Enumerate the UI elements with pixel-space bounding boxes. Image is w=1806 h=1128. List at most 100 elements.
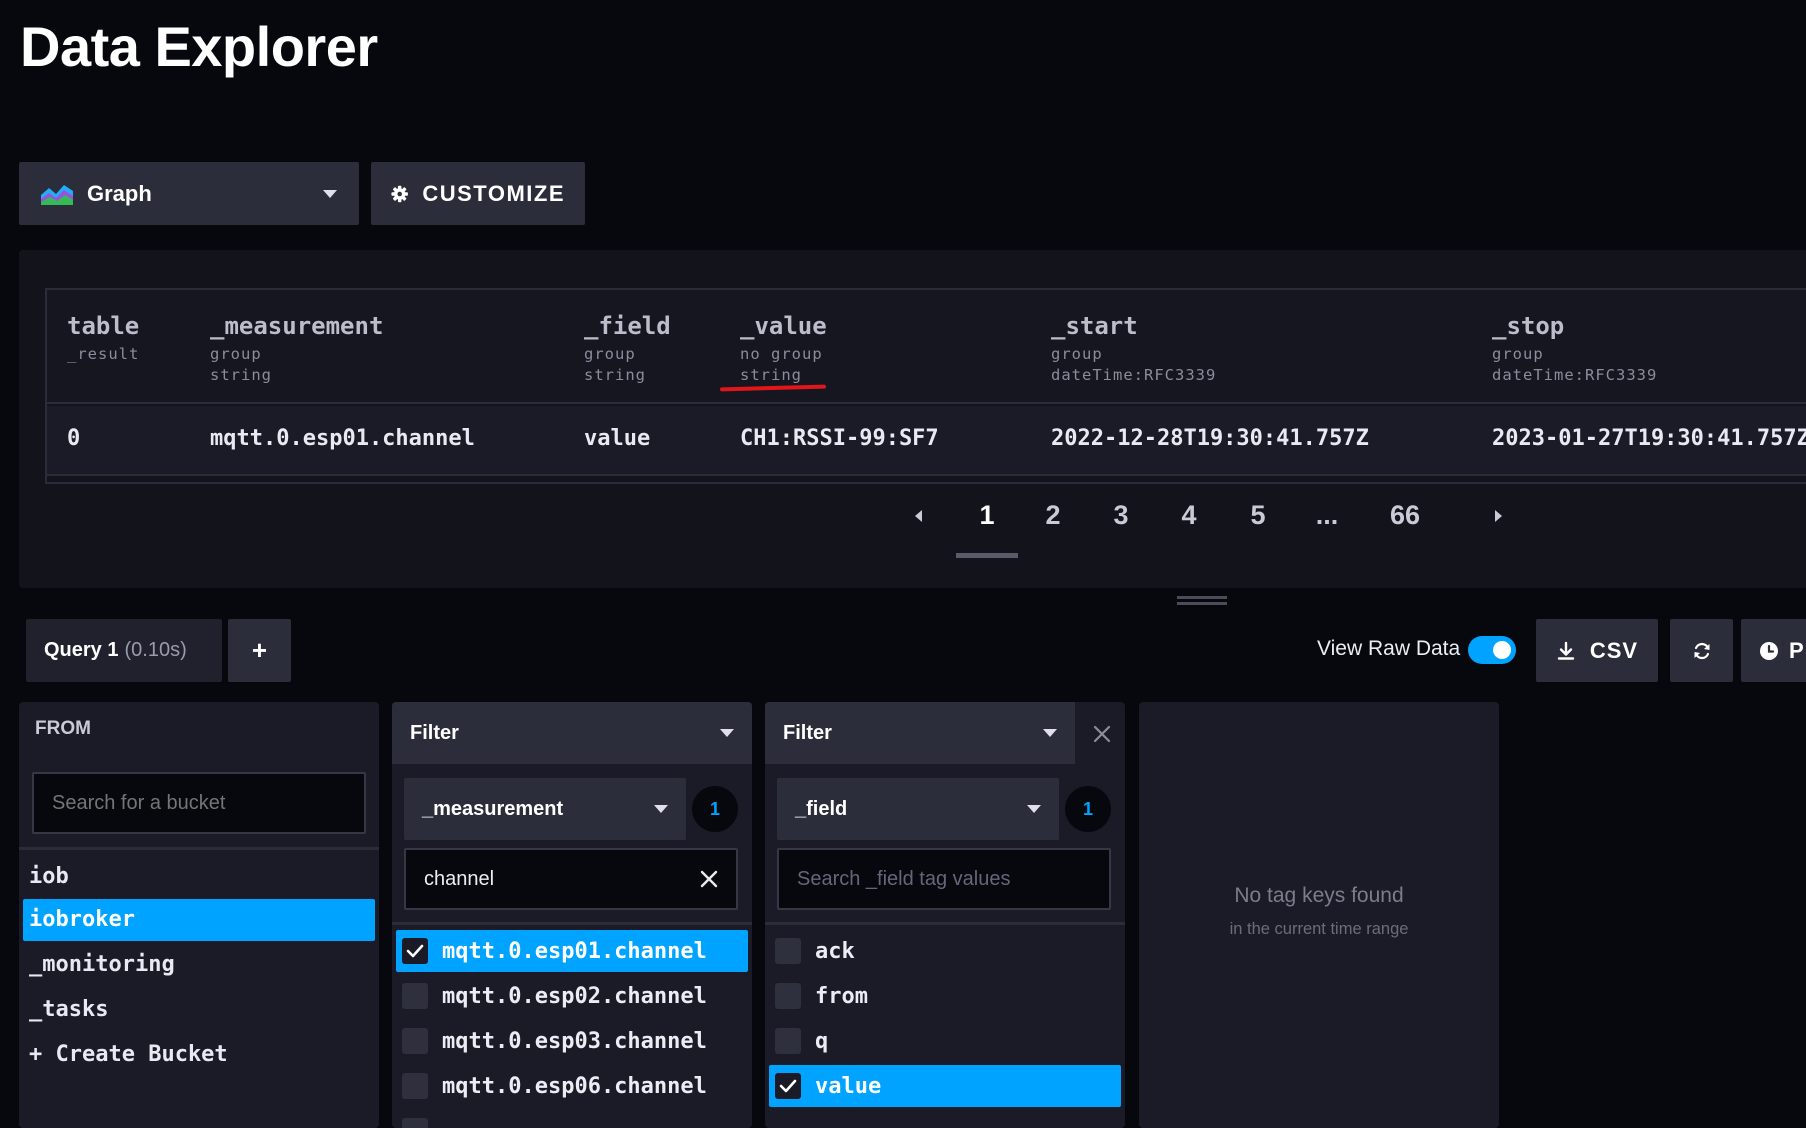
customize-button[interactable]: CUSTOMIZE [371, 162, 585, 225]
time-range-label: P [1789, 637, 1804, 663]
divider [765, 922, 1125, 925]
bucket-item-monitoring[interactable]: _monitoring [23, 944, 375, 986]
tag-value-item[interactable]: mqtt.0.esp06.channel [396, 1065, 748, 1107]
view-raw-data-label: View Raw Data [1317, 637, 1461, 660]
chevron-down-icon [654, 805, 668, 813]
results-panel: table _result _measurement group string _… [19, 250, 1806, 588]
selected-count-badge: 1 [692, 786, 738, 832]
tag-value-item[interactable]: value [769, 1065, 1121, 1107]
chevron-down-icon [1027, 805, 1041, 813]
csv-download-button[interactable]: CSV [1536, 619, 1658, 682]
cell-table: 0 [67, 426, 81, 451]
clock-icon [1760, 641, 1778, 660]
checkbox[interactable] [775, 938, 801, 964]
selected-count-badge: 1 [1065, 786, 1111, 832]
tag-value-item-partial[interactable] [396, 1110, 748, 1128]
tag-value-item[interactable]: q [769, 1020, 1121, 1062]
bucket-item-iobroker[interactable]: iobroker [23, 899, 375, 941]
tag-key-dropdown[interactable]: _field [777, 778, 1059, 840]
query-time: (0.10s) [124, 639, 187, 661]
customize-label: CUSTOMIZE [422, 180, 565, 206]
chevron-left-icon[interactable] [915, 510, 922, 522]
remove-filter-button[interactable] [1086, 718, 1118, 750]
table-row: 0 mqtt.0.esp01.channel value CH1:RSSI-99… [47, 406, 1806, 476]
page-1-button[interactable]: 1 [956, 500, 1018, 531]
tag-value-search-input[interactable]: Search _field tag values [777, 848, 1111, 910]
visualization-type-label: Graph [87, 180, 152, 206]
chevron-right-icon[interactable] [1495, 510, 1502, 522]
filter-function-dropdown[interactable]: Filter [392, 702, 752, 764]
chevron-down-icon [323, 189, 337, 198]
panel-resize-handle[interactable] [1177, 596, 1227, 605]
csv-label: CSV [1589, 637, 1639, 663]
tag-value-item[interactable]: ack [769, 930, 1121, 972]
tag-key-dropdown[interactable]: _measurement [404, 778, 686, 840]
toggle-knob [1493, 641, 1511, 659]
query-name: Query 1 [44, 639, 119, 661]
tag-value-item[interactable]: mqtt.0.esp03.channel [396, 1020, 748, 1062]
divider [19, 847, 379, 850]
chevron-down-icon [720, 729, 734, 737]
page-5-button[interactable]: 5 [1227, 500, 1289, 531]
graph-icon [41, 184, 73, 205]
checkbox[interactable] [402, 983, 428, 1009]
cell-stop: 2023-01-27T19:30:41.757Z [1492, 426, 1806, 451]
cell-measurement: mqtt.0.esp01.channel [210, 426, 475, 451]
cell-value: CH1:RSSI-99:SF7 [740, 426, 939, 451]
column-header-field[interactable]: _field group string [584, 312, 671, 386]
page-2-button[interactable]: 2 [1022, 500, 1084, 531]
create-bucket-button[interactable]: + Create Bucket [23, 1034, 375, 1076]
refresh-button[interactable] [1670, 619, 1733, 682]
checkbox-checked[interactable] [775, 1073, 801, 1099]
page-3-button[interactable]: 3 [1090, 500, 1152, 531]
bucket-search-input[interactable] [32, 772, 366, 834]
gear-icon [391, 185, 408, 202]
filter-card-measurement: Filter _measurement 1 channel mqtt.0.esp… [392, 702, 752, 1128]
download-icon [1557, 641, 1575, 660]
column-header-start[interactable]: _start group dateTime:RFC3339 [1051, 312, 1216, 386]
check-icon [779, 1079, 797, 1093]
time-range-button[interactable]: P [1741, 619, 1806, 682]
checkbox[interactable] [775, 983, 801, 1009]
raw-data-table: table _result _measurement group string _… [45, 288, 1806, 484]
column-header-stop[interactable]: _stop group dateTime:RFC3339 [1492, 312, 1657, 386]
filter-card-field: Filter _field 1 Search _field tag values… [765, 702, 1125, 1128]
query-tab[interactable]: Query 1 (0.10s) [26, 619, 222, 682]
checkbox[interactable] [402, 1073, 428, 1099]
column-header-measurement[interactable]: _measurement group string [210, 312, 383, 386]
page-66-button[interactable]: 66 [1374, 500, 1436, 531]
chevron-down-icon [1043, 729, 1057, 737]
visualization-type-dropdown[interactable]: Graph [19, 162, 359, 225]
close-icon [1093, 725, 1111, 743]
cell-field: value [584, 426, 651, 451]
checkbox[interactable] [402, 1028, 428, 1054]
add-query-button[interactable]: + [228, 619, 291, 682]
empty-state-subtitle: in the current time range [1229, 920, 1409, 938]
tag-value-item[interactable]: mqtt.0.esp01.channel [396, 930, 748, 972]
red-underline-annotation [719, 384, 827, 392]
close-icon[interactable] [700, 870, 718, 888]
tag-value-item[interactable]: mqtt.0.esp02.channel [396, 975, 748, 1017]
cell-start: 2022-12-28T19:30:41.757Z [1051, 426, 1369, 451]
check-icon [406, 944, 424, 958]
page-ellipsis: ... [1315, 500, 1339, 530]
from-title: FROM [35, 718, 91, 739]
tag-value-search-input[interactable]: channel [404, 848, 738, 910]
refresh-icon [1694, 642, 1709, 659]
tag-value-item[interactable]: from [769, 975, 1121, 1017]
bucket-item-tasks[interactable]: _tasks [23, 989, 375, 1031]
view-raw-data-toggle[interactable] [1468, 636, 1516, 664]
table-header: table _result _measurement group string _… [47, 290, 1806, 404]
page-title: Data Explorer [20, 15, 378, 78]
empty-filter-card: No tag keys found in the current time ra… [1139, 702, 1499, 1128]
column-header-table[interactable]: table _result [67, 312, 139, 365]
page-4-button[interactable]: 4 [1158, 500, 1220, 531]
checkbox[interactable] [402, 1118, 428, 1128]
filter-function-dropdown[interactable]: Filter [765, 702, 1075, 764]
bucket-item-iob[interactable]: iob [23, 856, 375, 898]
active-page-indicator [956, 553, 1018, 558]
checkbox-checked[interactable] [402, 938, 428, 964]
column-header-value[interactable]: _value no group string [740, 312, 827, 386]
checkbox[interactable] [775, 1028, 801, 1054]
divider [392, 922, 752, 925]
